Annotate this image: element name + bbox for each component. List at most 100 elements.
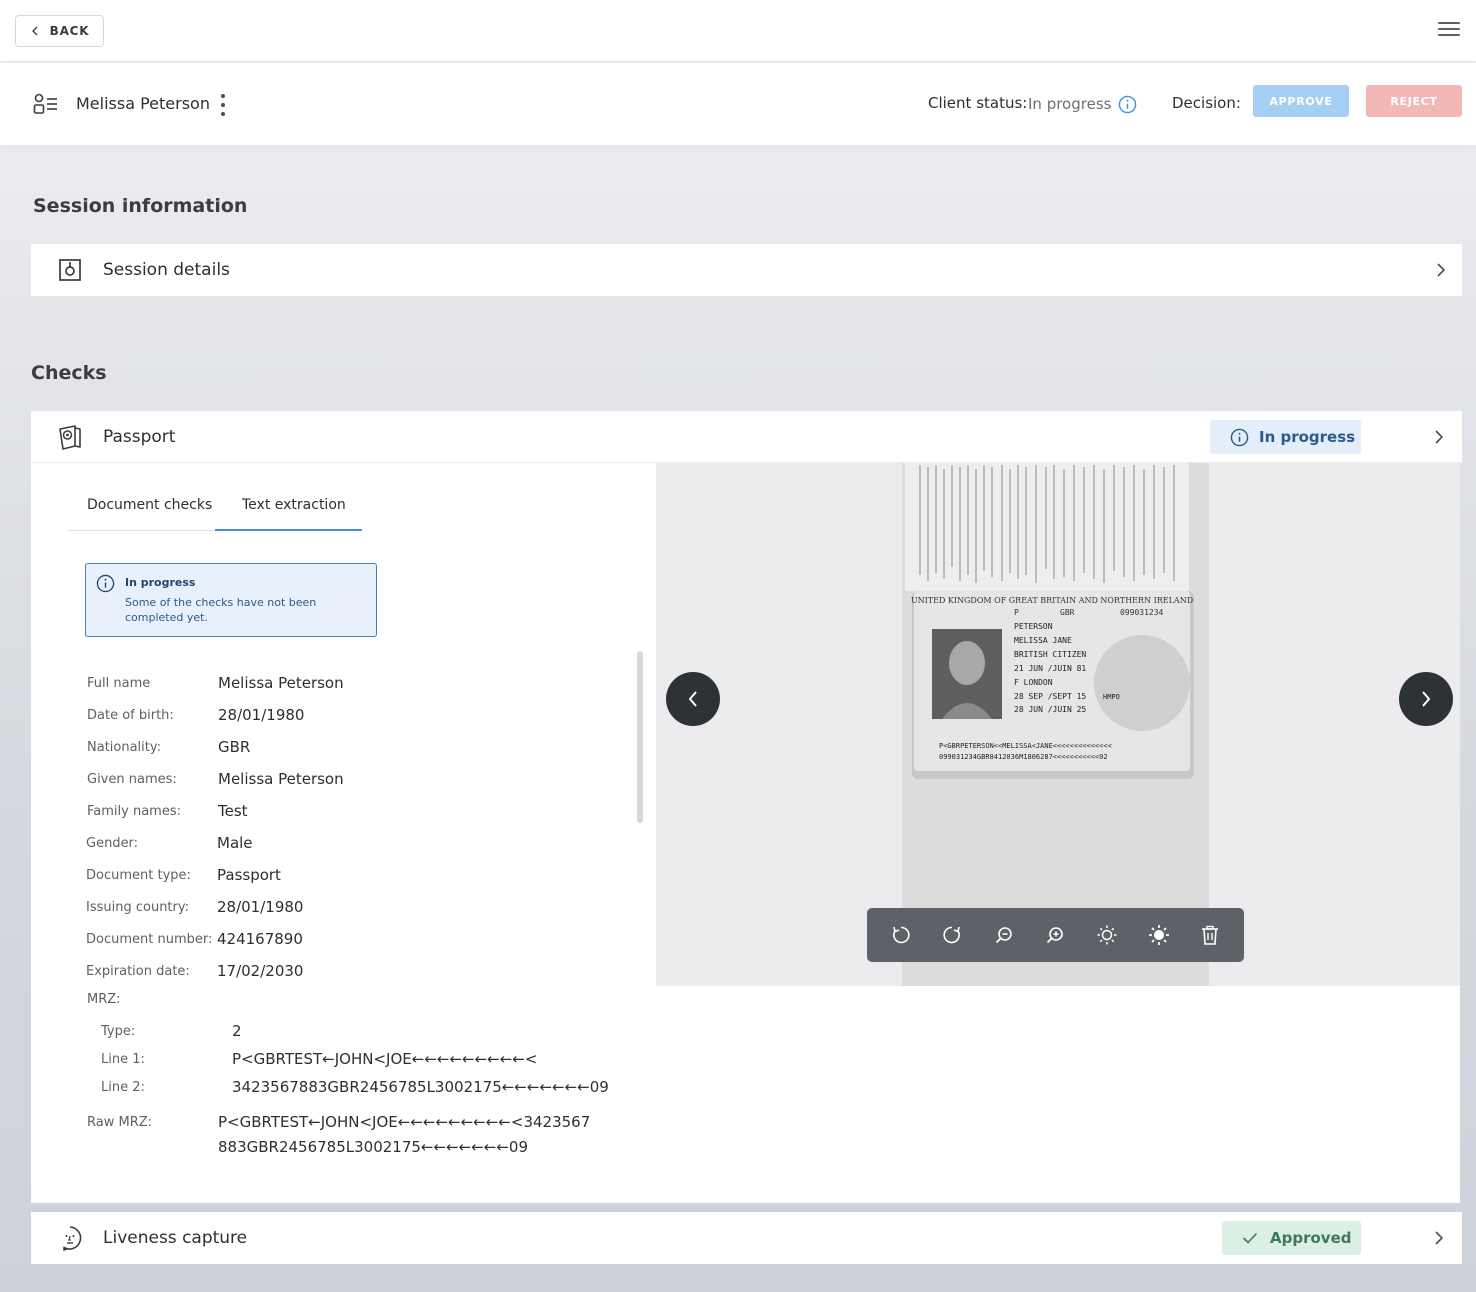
alert-title: In progress bbox=[125, 576, 196, 589]
chevron-left-icon bbox=[688, 691, 697, 707]
active-tab-indicator bbox=[215, 529, 362, 531]
session-details-row[interactable]: Session details bbox=[31, 244, 1462, 296]
session-details-label: Session details bbox=[103, 260, 230, 280]
raw-mrz-line1: P<GBRTEST←JOHN<JOE←←←←←←←←←<3423567 bbox=[218, 1113, 591, 1131]
full-name-label: Full name bbox=[87, 676, 151, 691]
passport-given-text: MELISSA JANE bbox=[1014, 636, 1072, 645]
in-progress-alert: In progress Some of the checks have not … bbox=[85, 563, 377, 637]
session-section-title: Session information bbox=[33, 195, 248, 217]
checks-section-title: Checks bbox=[31, 362, 107, 384]
delete-icon[interactable] bbox=[1196, 921, 1224, 949]
info-icon[interactable] bbox=[1118, 95, 1137, 114]
mrz-label: MRZ: bbox=[87, 992, 121, 1007]
passport-type-text: P bbox=[1014, 608, 1019, 617]
image-toolbar bbox=[867, 908, 1244, 962]
full-name-value: Melissa Peterson bbox=[218, 674, 344, 692]
nationality-label: Nationality: bbox=[87, 740, 162, 755]
passport-details-panel: Document checks Text extraction In progr… bbox=[31, 463, 1460, 1203]
passport-row[interactable]: Passport In progress bbox=[31, 411, 1462, 463]
passport-authority-text: HMPO bbox=[1103, 693, 1120, 701]
liveness-status-text: Approved bbox=[1270, 1229, 1352, 1247]
passport-code-text: GBR bbox=[1060, 608, 1075, 617]
zoom-in-icon[interactable] bbox=[1041, 921, 1069, 949]
chevron-right-icon[interactable] bbox=[1432, 1230, 1446, 1246]
family-names-value: Test bbox=[218, 802, 248, 820]
gender-value: Male bbox=[217, 834, 253, 852]
user-list-icon bbox=[33, 93, 57, 114]
alert-text: Some of the checks have not been complet… bbox=[125, 596, 317, 624]
passport-image: UNITED KINGDOM OF GREAT BRITAIN AND NORT… bbox=[902, 463, 1209, 793]
face-icon bbox=[63, 1226, 82, 1251]
zoom-out-icon[interactable] bbox=[990, 921, 1018, 949]
liveness-capture-label: Liveness capture bbox=[103, 1228, 248, 1248]
mrz-type-value: 2 bbox=[232, 1022, 242, 1040]
mrz-line2-label: Line 2: bbox=[101, 1080, 145, 1095]
back-label: BACK bbox=[49, 24, 90, 38]
document-number-value: 424167890 bbox=[217, 930, 303, 948]
chevron-left-icon bbox=[31, 26, 38, 36]
passport-status-badge: In progress bbox=[1210, 420, 1361, 454]
previous-image-button[interactable] bbox=[666, 672, 720, 726]
session-icon bbox=[59, 259, 81, 281]
kebab-icon[interactable] bbox=[218, 92, 228, 118]
dob-label: Date of birth: bbox=[87, 708, 174, 723]
client-status-label: Client status: bbox=[928, 94, 1028, 112]
chevron-right-icon[interactable] bbox=[1432, 429, 1446, 445]
passport-number-text: 099031234 bbox=[1120, 608, 1164, 617]
passport-status-text: In progress bbox=[1259, 428, 1356, 446]
decision-label: Decision: bbox=[1172, 94, 1241, 112]
gender-label: Gender: bbox=[86, 836, 139, 851]
next-image-button[interactable] bbox=[1399, 672, 1453, 726]
rotate-left-icon[interactable] bbox=[887, 921, 915, 949]
document-number-label: Document number: bbox=[86, 932, 213, 947]
mrz-line1-value: P<GBRTEST←JOHN<JOE←←←←←←←←←< bbox=[232, 1050, 538, 1068]
fields-scrollbar[interactable] bbox=[637, 651, 643, 823]
passport-mrz-line2: 099031234GBR8412036M1806287<<<<<<<<<<<02 bbox=[939, 753, 1108, 761]
passport-icon bbox=[59, 425, 81, 450]
brightness-up-icon[interactable] bbox=[1145, 921, 1173, 949]
passport-header-text: UNITED KINGDOM OF GREAT BRITAIN AND NORT… bbox=[911, 596, 1193, 605]
mrz-line1-label: Line 1: bbox=[101, 1052, 145, 1067]
reject-button[interactable]: REJECT bbox=[1366, 85, 1462, 117]
passport-tabs: Document checks Text extraction bbox=[68, 463, 362, 531]
document-viewer: UNITED KINGDOM OF GREAT BRITAIN AND NORT… bbox=[656, 463, 1460, 986]
passport-nationality-text: BRITISH CITIZEN bbox=[1014, 650, 1086, 659]
family-names-label: Family names: bbox=[87, 804, 181, 819]
issuing-country-value: 28/01/1980 bbox=[217, 898, 304, 916]
raw-mrz-line2: 883GBR2456785L3002175←←←←←←←09 bbox=[218, 1138, 528, 1156]
rotate-right-icon[interactable] bbox=[938, 921, 966, 949]
client-status-value: In progress bbox=[1028, 95, 1112, 113]
passport-issue-text: 28 SEP /SEPT 15 bbox=[1014, 692, 1086, 701]
raw-mrz-label: Raw MRZ: bbox=[87, 1115, 153, 1130]
top-bar: BACK bbox=[0, 0, 1476, 62]
tab-text-extraction[interactable]: Text extraction bbox=[242, 497, 346, 513]
mrz-type-label: Type: bbox=[101, 1024, 136, 1039]
nationality-value: GBR bbox=[218, 738, 251, 756]
liveness-capture-row[interactable]: Liveness capture Approved bbox=[31, 1212, 1462, 1264]
passport-dob-text: 21 JUN /JUIN 81 bbox=[1014, 664, 1086, 673]
expiration-date-value: 17/02/2030 bbox=[217, 962, 304, 980]
chevron-right-icon bbox=[1422, 691, 1431, 707]
approve-button[interactable]: APPROVE bbox=[1253, 85, 1349, 117]
passport-mrz-line1: P<GBRPETERSON<<MELISSA<JANE<<<<<<<<<<<<<… bbox=[939, 742, 1112, 750]
back-button[interactable]: BACK bbox=[15, 15, 104, 47]
hamburger-menu-icon[interactable] bbox=[1438, 22, 1460, 40]
info-icon bbox=[96, 574, 115, 593]
liveness-status-badge: Approved bbox=[1222, 1221, 1361, 1255]
dob-value: 28/01/1980 bbox=[218, 706, 305, 724]
check-icon bbox=[1242, 1232, 1258, 1244]
document-type-label: Document type: bbox=[86, 868, 191, 883]
passport-label: Passport bbox=[103, 426, 176, 447]
tab-document-checks[interactable]: Document checks bbox=[87, 497, 212, 513]
info-icon bbox=[1230, 428, 1249, 446]
document-type-value: Passport bbox=[217, 866, 281, 884]
chevron-right-icon[interactable] bbox=[1434, 262, 1448, 278]
passport-surname-text: PETERSON bbox=[1014, 622, 1053, 631]
issuing-country-label: Issuing country: bbox=[86, 900, 190, 915]
expiration-date-label: Expiration date: bbox=[86, 964, 190, 979]
client-name: Melissa Peterson bbox=[76, 94, 210, 113]
given-names-value: Melissa Peterson bbox=[218, 770, 344, 788]
passport-sex-place-text: F LONDON bbox=[1014, 678, 1053, 687]
given-names-label: Given names: bbox=[87, 772, 177, 787]
brightness-down-icon[interactable] bbox=[1093, 921, 1121, 949]
